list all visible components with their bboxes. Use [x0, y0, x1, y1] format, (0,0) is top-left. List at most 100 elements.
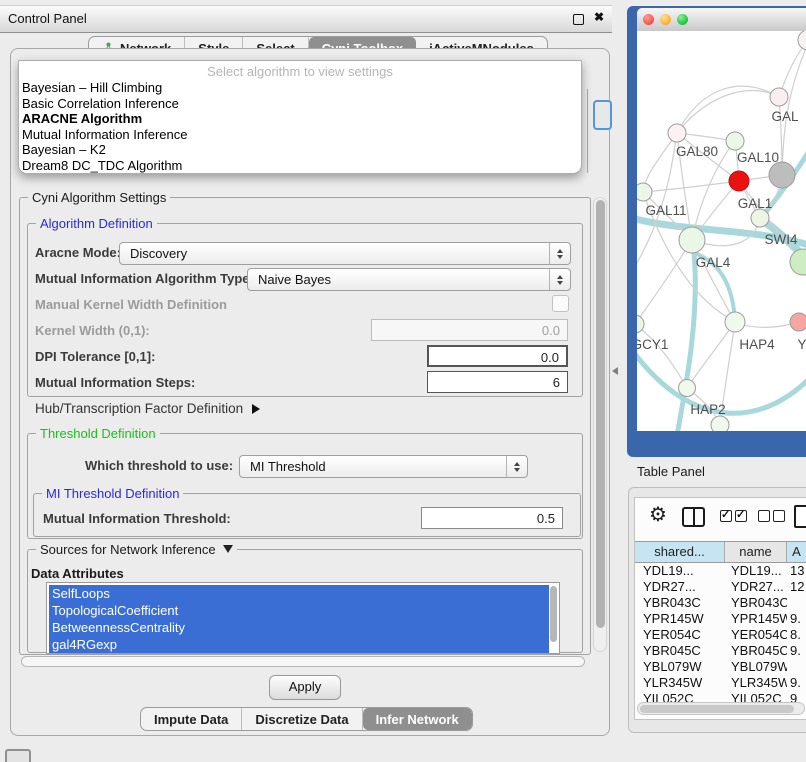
network-node-gal80[interactable]: [668, 124, 686, 142]
table-row[interactable]: YBR045CYBR045C9.: [635, 643, 806, 659]
column-header-name[interactable]: name: [725, 542, 787, 562]
node-label: GAL80: [676, 144, 718, 159]
network-node-gal4[interactable]: [679, 227, 705, 253]
data-attributes-list[interactable]: SelfLoopsTopologicalCoefficientBetweenne…: [46, 582, 560, 654]
attribute-item[interactable]: SelfLoops: [49, 585, 549, 602]
attribute-item[interactable]: BetweennessCentrality: [49, 619, 549, 636]
hub-definition-toggle[interactable]: Hub/Transcription Factor Definition: [35, 401, 260, 416]
clipped-toolbar-icon[interactable]: [794, 505, 806, 528]
deselect-all-checkboxes-icon[interactable]: [758, 510, 788, 522]
network-node[interactable]: [769, 162, 795, 188]
table-row[interactable]: YER054CYER054C8.: [635, 627, 806, 643]
sources-group-title[interactable]: Sources for Network Inference: [36, 542, 237, 557]
network-node-hap4[interactable]: [725, 312, 745, 332]
network-canvas[interactable]: GALGAL80GAL10GAL1GAL11SWI4GAL4GCY1HAP4YH…: [637, 31, 806, 431]
node-label: HAP4: [739, 337, 775, 352]
algorithm-option[interactable]: Mutual Information Inference: [19, 127, 581, 143]
apply-button[interactable]: Apply: [269, 675, 341, 700]
column-header-a[interactable]: A: [787, 542, 806, 562]
node-label: SWI4: [764, 232, 797, 247]
mi-type-value: Naive Bayes: [258, 272, 331, 287]
close-icon[interactable]: ✖: [594, 10, 604, 24]
network-node-hap2[interactable]: [679, 380, 696, 397]
table-cell: 9: [787, 691, 806, 702]
algorithm-option[interactable]: ARACNE Algorithm: [19, 111, 581, 127]
tab-impute-data[interactable]: Impute Data: [141, 708, 242, 730]
expanded-arrow-icon: [223, 545, 233, 553]
attribute-item[interactable]: TopologicalCoefficient: [49, 602, 549, 619]
mi-threshold-field[interactable]: 0.5: [421, 507, 563, 529]
table-cell: 9.: [787, 675, 806, 691]
table-cell: [787, 595, 806, 611]
gear-icon[interactable]: ⚙: [649, 505, 667, 525]
table-cell: 13: [787, 563, 806, 579]
table-cell: YPR145W: [635, 611, 725, 627]
zoom-traffic-light-icon[interactable]: [677, 14, 688, 25]
table-cell: [787, 659, 806, 675]
table-row[interactable]: YBL079WYBL079W: [635, 659, 806, 675]
network-node-gal10[interactable]: [726, 132, 744, 150]
table-cell: YBR045C: [725, 643, 787, 659]
algorithm-option[interactable]: Bayesian – Hill Climbing: [19, 80, 581, 96]
tab-infer-network[interactable]: Infer Network: [363, 708, 472, 730]
algorithm-option[interactable]: Dream8 DC_TDC Algorithm: [19, 158, 581, 174]
column-header-shared-[interactable]: shared...: [635, 542, 725, 562]
table-row[interactable]: YIL052CYIL052C9: [635, 691, 806, 702]
network-window-titlebar: [637, 8, 806, 32]
clipped-corner-icon[interactable]: [5, 749, 31, 762]
algorithm-option[interactable]: Basic Correlation Inference: [19, 96, 581, 112]
table-row[interactable]: YPR145WYPR145W9.: [635, 611, 806, 627]
table-row[interactable]: YLR345WYLR345W9.: [635, 675, 806, 691]
scrollbar-thumb[interactable]: [640, 705, 794, 713]
algorithm-option[interactable]: Bayesian – K2: [19, 142, 581, 158]
stepper-arrows-icon: [549, 243, 570, 264]
network-node-gal[interactable]: [770, 88, 788, 106]
select-all-checkboxes-icon[interactable]: [720, 510, 750, 522]
control-panel-titlebar: Control Panel ✖: [0, 5, 612, 33]
table-cell: YER054C: [635, 627, 725, 643]
dropdown-placeholder: Select algorithm to view settings: [19, 61, 581, 80]
mi-type-select[interactable]: Naive Bayes: [247, 268, 571, 291]
settings-horizontal-scrollbar[interactable]: [21, 656, 585, 667]
table-cell: YDL19...: [635, 563, 725, 579]
tab-label: Discretize Data: [255, 712, 348, 727]
list-scrollbar[interactable]: [550, 586, 557, 642]
float-window-icon[interactable]: [573, 14, 584, 25]
attribute-item[interactable]: gal4RGexp: [49, 636, 549, 653]
tab-discretize-data[interactable]: Discretize Data: [242, 708, 362, 730]
kernel-width-field[interactable]: 0.0: [371, 319, 568, 341]
table-horizontal-scrollbar[interactable]: [637, 702, 805, 715]
table-cell: 8.: [787, 627, 806, 643]
network-node-y[interactable]: [790, 313, 806, 331]
table-cell: YIL052C: [635, 691, 725, 702]
panel-divider-arrow[interactable]: [612, 367, 618, 375]
network-node[interactable]: [798, 31, 806, 50]
obscured-ui-fragment: [587, 89, 588, 173]
dpi-tolerance-label: DPI Tolerance [0,1]:: [35, 349, 155, 364]
minimize-traffic-light-icon[interactable]: [660, 14, 671, 25]
split-columns-icon[interactable]: [682, 507, 705, 527]
table-row[interactable]: YDL19...YDL19...13: [635, 563, 806, 579]
network-node-gal11[interactable]: [637, 183, 652, 201]
tab-label: Impute Data: [154, 712, 228, 727]
network-node[interactable]: [711, 416, 729, 431]
network-node-swi4[interactable]: [751, 209, 769, 227]
scrollbar-thumb[interactable]: [596, 200, 605, 628]
network-node[interactable]: [790, 249, 806, 275]
mi-steps-field[interactable]: 6: [427, 371, 568, 393]
which-threshold-select[interactable]: MI Threshold: [239, 455, 528, 478]
table-cell: YPR145W: [725, 611, 787, 627]
mi-threshold-label: Mutual Information Threshold:: [43, 511, 231, 526]
dpi-tolerance-field[interactable]: 0.0: [427, 345, 568, 367]
close-traffic-light-icon[interactable]: [643, 14, 654, 25]
table-row[interactable]: YDR27...YDR27...12: [635, 579, 806, 595]
network-edge: [677, 90, 779, 133]
table-body: YDL19...YDL19...13YDR27...YDR27...12YBR0…: [635, 563, 806, 702]
aracne-mode-select[interactable]: Discovery: [119, 242, 571, 265]
aracne-mode-label: Aracne Mode:: [35, 245, 121, 260]
table-row[interactable]: YBR043CYBR043C: [635, 595, 806, 611]
node-label: GAL1: [738, 196, 773, 211]
network-node-gal1[interactable]: [729, 171, 749, 191]
manual-kernel-checkbox[interactable]: [552, 295, 569, 312]
settings-vertical-scrollbar[interactable]: [593, 197, 607, 652]
